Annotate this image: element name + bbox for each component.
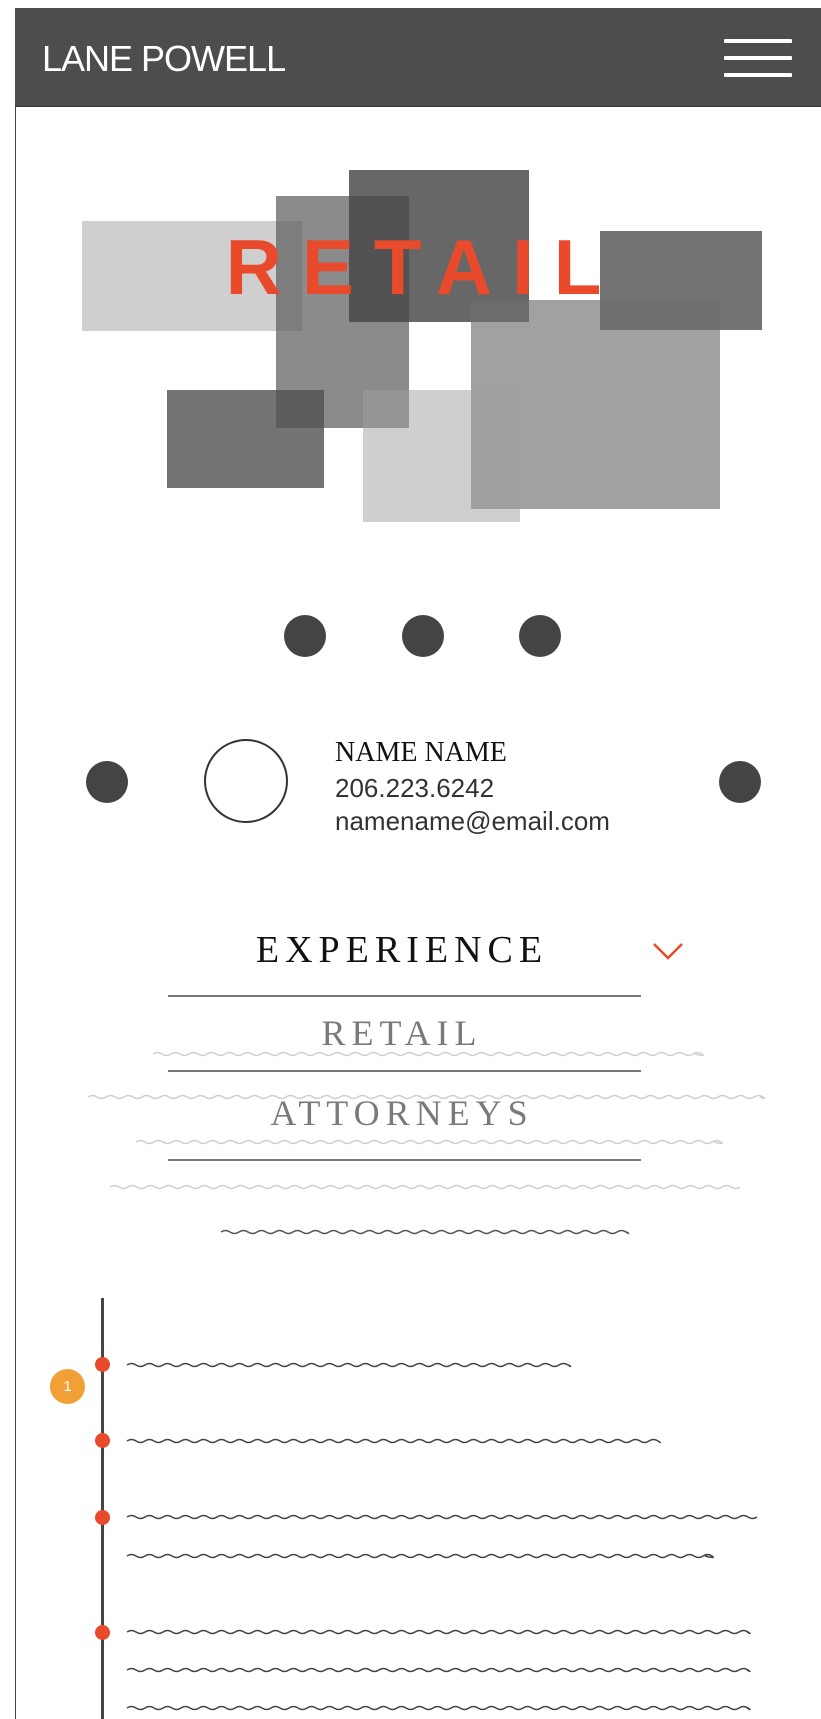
wave-path [126, 1705, 751, 1711]
hero-title: RETAIL [225, 223, 622, 311]
timeline-dot[interactable] [95, 1357, 110, 1372]
timeline-text-line [126, 1705, 751, 1711]
wave-path [135, 1139, 723, 1145]
site-header: LANE POWELL [15, 8, 821, 107]
wave-path [152, 1051, 704, 1057]
wave-path [126, 1438, 661, 1444]
wave-path [109, 1184, 741, 1190]
menu-divider [168, 1159, 641, 1161]
placeholder-text-line [87, 1094, 766, 1100]
wave-path [126, 1514, 758, 1520]
carousel-dot[interactable] [519, 615, 561, 657]
experience-heading[interactable]: EXPERIENCE [158, 928, 646, 972]
menu-divider [168, 995, 641, 997]
timeline-text-line [126, 1438, 661, 1444]
next-arrow-icon[interactable] [719, 761, 761, 803]
timeline-text-line [126, 1667, 751, 1673]
menu-divider [168, 1070, 641, 1072]
placeholder-text-line [135, 1139, 723, 1145]
collage-block [167, 390, 324, 488]
previous-arrow-icon[interactable] [86, 761, 128, 803]
wave-path [87, 1094, 766, 1100]
collage-block [363, 390, 520, 522]
wave-path [126, 1553, 714, 1559]
contact-name: NAME NAME [335, 737, 507, 768]
placeholder-text-line [109, 1184, 741, 1190]
carousel-dot[interactable] [284, 615, 326, 657]
wave-path [220, 1229, 630, 1235]
site-logo[interactable]: LANE POWELL [42, 38, 286, 80]
hamburger-menu-icon[interactable] [724, 39, 792, 79]
wave-path [126, 1667, 751, 1673]
placeholder-text-line [220, 1229, 630, 1235]
timeline-text-line [126, 1553, 714, 1559]
avatar [204, 739, 288, 823]
wave-path [126, 1629, 751, 1635]
contact-phone[interactable]: 206.223.6242 [335, 773, 494, 804]
contact-email[interactable]: namename@email.com [335, 806, 610, 837]
timeline-dot[interactable] [95, 1510, 110, 1525]
chevron-down-icon[interactable] [652, 940, 684, 962]
timeline-text-line [126, 1629, 751, 1635]
timeline-dot[interactable] [95, 1433, 110, 1448]
timeline-text-line [126, 1362, 572, 1368]
step-badge[interactable]: 1 [50, 1369, 85, 1404]
placeholder-text-line [152, 1051, 704, 1057]
timeline-dot[interactable] [95, 1625, 110, 1640]
timeline-text-line [126, 1514, 758, 1520]
carousel-dot[interactable] [402, 615, 444, 657]
wave-path [126, 1362, 572, 1368]
